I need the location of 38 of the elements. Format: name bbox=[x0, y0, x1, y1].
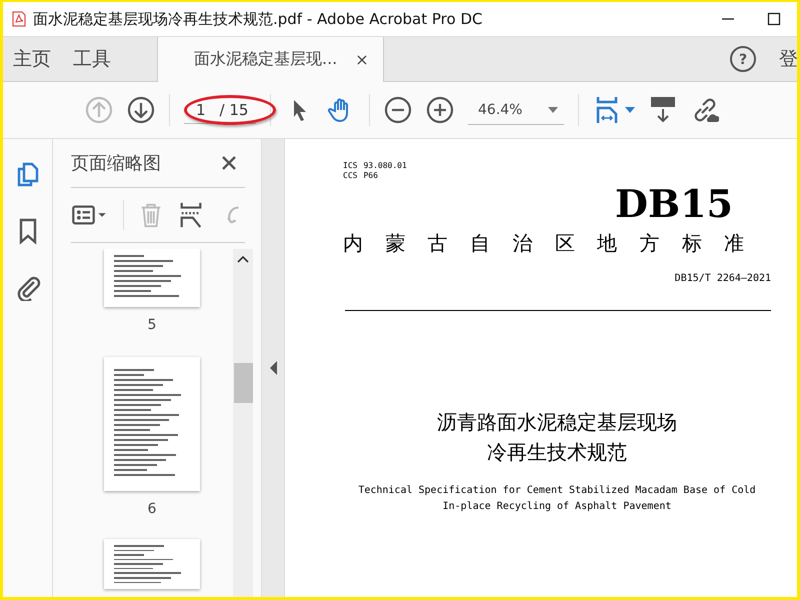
page-number-field[interactable]: 1 / 15 bbox=[184, 96, 256, 124]
document-title: 沥青路面水泥稳定基层现场 bbox=[437, 409, 677, 436]
nav-tab[interactable]: 工具 bbox=[63, 37, 123, 81]
english-title: In-place Recycling of Asphalt Pavement bbox=[442, 500, 672, 514]
document-title: 冷再生技术规范 bbox=[487, 439, 627, 466]
scroll-up-icon[interactable] bbox=[237, 255, 249, 263]
caret-icon[interactable] bbox=[625, 107, 635, 113]
scroll-mode-icon[interactable] bbox=[649, 96, 677, 124]
page-thumbnail[interactable] bbox=[104, 249, 200, 307]
standard-number: DB15/T 2264—2021 bbox=[674, 273, 771, 284]
nav-tab[interactable]: 主页 bbox=[3, 37, 63, 81]
standard-logo: DB15 bbox=[615, 184, 733, 224]
ccs-code: P66 bbox=[363, 171, 379, 180]
pdf-file-icon bbox=[11, 11, 27, 27]
close-icon[interactable] bbox=[221, 155, 237, 171]
maximize-icon[interactable] bbox=[767, 12, 781, 26]
zoom-out-icon[interactable] bbox=[384, 96, 412, 124]
page-number: 6 bbox=[148, 501, 156, 517]
caret-icon[interactable] bbox=[548, 106, 558, 112]
ics-code: 93.080.01 bbox=[363, 161, 407, 170]
window-title: 面水泥稳定基层现场冷再生技术规范.pdf - Adobe Acrobat Pro DC bbox=[33, 10, 482, 28]
ccs-label: CCS bbox=[343, 171, 358, 180]
zoom-dropdown[interactable]: 46.4% bbox=[468, 96, 564, 124]
page-number: 5 bbox=[148, 317, 156, 333]
issuing-authority: 内 蒙 古 自 治 区 地 方 标 准 bbox=[343, 230, 746, 257]
collapse-panel-icon[interactable] bbox=[270, 361, 276, 375]
insert-page-icon[interactable] bbox=[178, 202, 204, 228]
english-title: Technical Specification for Cement Stabilized Macadam Base of Cold bbox=[358, 484, 756, 498]
next-page-icon[interactable] bbox=[127, 96, 155, 124]
sign-in-link[interactable]: 登 bbox=[779, 46, 797, 72]
page-thumbnail[interactable] bbox=[104, 357, 200, 491]
panel-title: 页面缩略图 bbox=[71, 152, 161, 175]
page-thumbnail[interactable] bbox=[104, 539, 200, 589]
help-icon[interactable]: ? bbox=[729, 45, 757, 73]
nav-tab[interactable]: 面水泥稳定基层现... × bbox=[157, 37, 384, 82]
scrollbar-thumb[interactable] bbox=[234, 363, 252, 403]
zoom-in-icon[interactable] bbox=[426, 96, 454, 124]
ics-label: ICS bbox=[343, 161, 358, 170]
